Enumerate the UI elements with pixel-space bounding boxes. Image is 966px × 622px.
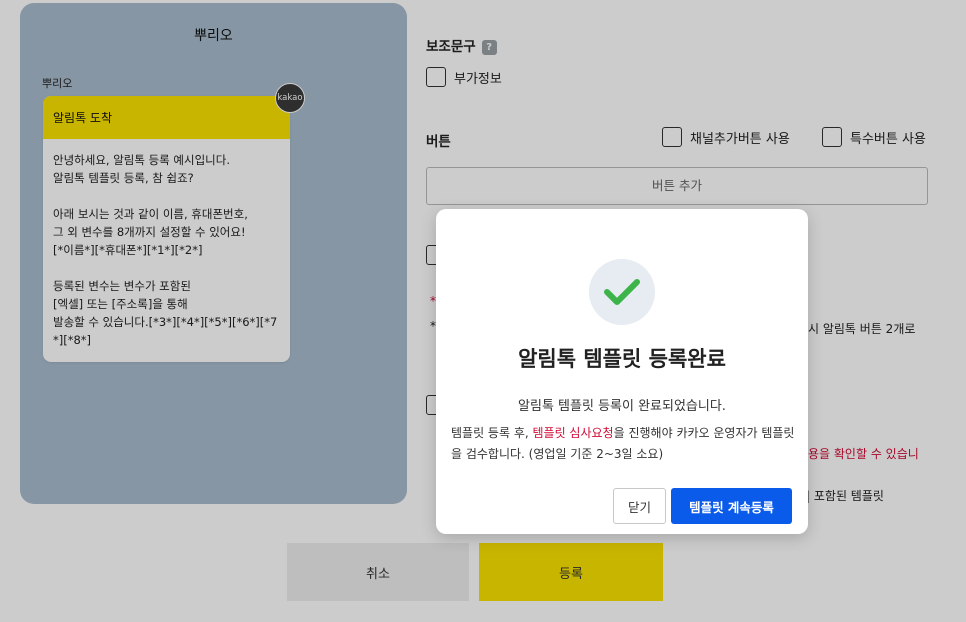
success-check-icon bbox=[589, 259, 655, 325]
registration-complete-modal: 알림톡 템플릿 등록완료 알림톡 템플릿 등록이 완료되었습니다. 템플릿 등록… bbox=[436, 209, 808, 534]
modal-title: 알림톡 템플릿 등록완료 bbox=[518, 347, 726, 371]
modal-message: 알림톡 템플릿 등록이 완료되었습니다. bbox=[518, 399, 726, 414]
template-register-page: 뿌리오 뿌리오 알림톡 도착 안녕하세요, 알림톡 등록 예시입니다. 알림톡 … bbox=[0, 0, 966, 622]
notice-highlight: 템플릿 심사요청 bbox=[532, 426, 614, 440]
continue-register-button[interactable]: 템플릿 계속등록 bbox=[671, 488, 792, 524]
modal-notice: 템플릿 등록 후, 템플릿 심사요청을 진행해야 카카오 운영자가 템플릿을 검… bbox=[451, 423, 795, 465]
notice-prefix: 템플릿 등록 후, bbox=[451, 426, 533, 440]
close-button[interactable]: 닫기 bbox=[613, 488, 666, 524]
